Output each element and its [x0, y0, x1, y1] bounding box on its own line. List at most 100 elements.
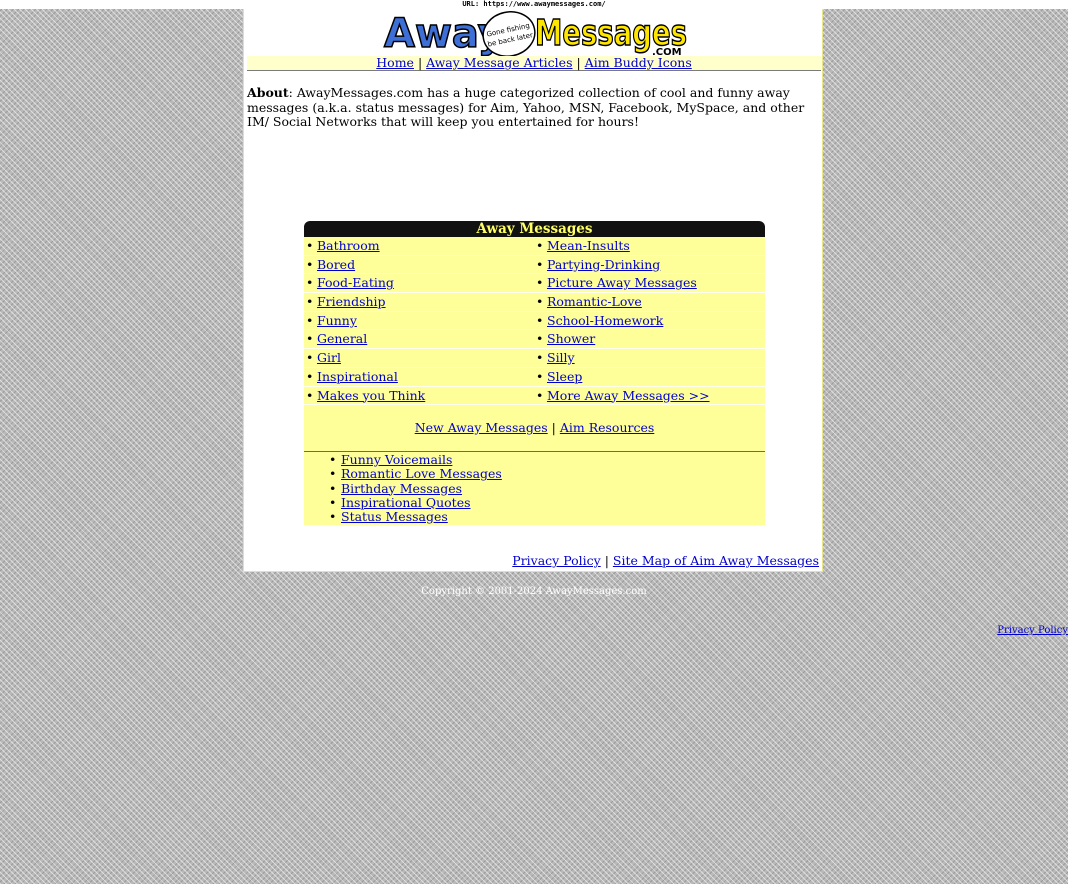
- outer-privacy-policy-link[interactable]: Privacy Policy: [997, 625, 1068, 637]
- category-cell-right: • Silly: [534, 349, 764, 367]
- category-row: • Makes you Think • More Away Messages >>: [304, 387, 765, 406]
- category-row: • Food-Eating • Picture Away Messages: [304, 274, 765, 294]
- new-away-messages-link[interactable]: New Away Messages: [415, 420, 548, 435]
- category-row: • Friendship • Romantic-Love: [304, 293, 765, 312]
- bullet-icon: •: [329, 480, 337, 496]
- category-link[interactable]: Sleep: [547, 369, 582, 384]
- bullet-icon: •: [329, 494, 337, 510]
- extra-link[interactable]: Status Messages: [341, 509, 448, 524]
- list-item: • Funny Voicemails: [304, 452, 765, 468]
- category-link[interactable]: Bathroom: [317, 238, 380, 253]
- aim-resources-link[interactable]: Aim Resources: [560, 420, 654, 435]
- category-link[interactable]: Romantic-Love: [547, 294, 642, 309]
- bullet-icon: •: [536, 368, 544, 384]
- about-paragraph: About: AwayMessages.com has a huge categ…: [247, 85, 817, 130]
- nav-home-link[interactable]: Home: [376, 55, 414, 70]
- category-row: • Funny • School-Homework: [304, 312, 765, 331]
- bullet-icon: •: [306, 368, 314, 384]
- category-row: • Inspirational • Sleep: [304, 368, 765, 387]
- list-item: • Romantic Love Messages: [304, 467, 765, 481]
- category-link[interactable]: Food-Eating: [317, 275, 394, 290]
- category-cell-left: • General: [304, 330, 534, 348]
- category-cell-right: • Shower: [534, 330, 764, 348]
- category-cell-right: • Sleep: [534, 368, 764, 386]
- category-cell-left: • Bathroom: [304, 237, 534, 255]
- bullet-icon: •: [306, 387, 314, 403]
- bullet-icon: •: [306, 256, 314, 272]
- category-row: • Bathroom • Mean-Insults: [304, 237, 765, 256]
- category-link[interactable]: Shower: [547, 331, 595, 346]
- extra-link[interactable]: Inspirational Quotes: [341, 495, 471, 510]
- category-cell-right: • Mean-Insults: [534, 237, 764, 255]
- extra-link[interactable]: Birthday Messages: [341, 481, 462, 496]
- bullet-icon: •: [329, 466, 337, 482]
- bullet-icon: •: [306, 350, 314, 366]
- category-link[interactable]: Makes you Think: [317, 388, 425, 403]
- main-content-panel: Away Gone fishing be back later Messages…: [243, 9, 823, 572]
- category-row: • Girl • Silly: [304, 349, 765, 368]
- category-row: • Bored • Partying-Drinking: [304, 256, 765, 275]
- category-link[interactable]: More Away Messages >>: [547, 388, 710, 403]
- extra-link[interactable]: Romantic Love Messages: [341, 466, 502, 481]
- category-cell-left: • Friendship: [304, 293, 534, 311]
- footer-links: Privacy Policy | Site Map of Aim Away Me…: [512, 554, 819, 568]
- category-cell-right: • School-Homework: [534, 312, 764, 330]
- list-item: • Status Messages: [304, 509, 765, 524]
- category-cell-right: • More Away Messages >>: [534, 387, 764, 405]
- category-link[interactable]: Partying-Drinking: [547, 257, 660, 272]
- about-text: : AwayMessages.com has a huge categorize…: [247, 85, 805, 129]
- category-cell-left: • Food-Eating: [304, 274, 534, 292]
- nav-buddy-icons-link[interactable]: Aim Buddy Icons: [585, 55, 692, 70]
- site-logo[interactable]: Away Gone fishing be back later Messages…: [382, 9, 688, 57]
- bullet-icon: •: [536, 294, 544, 310]
- category-row: • General • Shower: [304, 330, 765, 350]
- category-cell-right: • Picture Away Messages: [534, 274, 764, 292]
- category-link[interactable]: General: [317, 331, 367, 346]
- away-messages-category-box: Away Messages • Bathroom • Mean-Insults • Bor…: [304, 221, 765, 526]
- resources-row: New Away Messages | Aim Resources: [304, 405, 765, 453]
- extra-link[interactable]: Funny Voicemails: [341, 452, 452, 467]
- extra-links-list: • Funny Voicemails • Romantic Love Messages…: [304, 452, 765, 526]
- category-link[interactable]: Funny: [317, 313, 357, 328]
- copyright-text: Copyright © 2001-2024 AwayMessages.com: [421, 586, 647, 597]
- bullet-icon: •: [329, 452, 337, 468]
- footer-separator: |: [604, 553, 609, 568]
- bullet-icon: •: [306, 312, 314, 328]
- resources-separator: |: [551, 420, 556, 436]
- category-cell-left: • Funny: [304, 312, 534, 330]
- bullet-icon: •: [536, 387, 544, 403]
- category-link[interactable]: Silly: [547, 350, 575, 365]
- bullet-icon: •: [536, 238, 544, 253]
- category-cell-right: • Partying-Drinking: [534, 256, 764, 274]
- nav-articles-link[interactable]: Away Message Articles: [426, 55, 572, 70]
- top-navigation: Home | Away Message Articles | Aim Buddy…: [247, 56, 821, 71]
- category-box-heading: Away Messages: [304, 221, 765, 237]
- bullet-icon: •: [536, 331, 544, 347]
- nav-separator: |: [576, 55, 581, 70]
- bullet-icon: •: [536, 350, 544, 366]
- list-item: • Birthday Messages: [304, 480, 765, 496]
- bullet-icon: •: [306, 275, 314, 291]
- site-map-link[interactable]: Site Map of Aim Away Messages: [613, 553, 819, 568]
- privacy-policy-link[interactable]: Privacy Policy: [512, 553, 600, 568]
- category-link[interactable]: School-Homework: [547, 313, 663, 328]
- bullet-icon: •: [306, 331, 314, 347]
- category-link[interactable]: Inspirational: [317, 369, 398, 384]
- url-banner: URL: https://www.awaymessages.com/: [462, 0, 606, 8]
- list-item: • Inspirational Quotes: [304, 494, 765, 510]
- bullet-icon: •: [306, 238, 314, 253]
- category-link[interactable]: Bored: [317, 257, 355, 272]
- bullet-icon: •: [536, 256, 544, 272]
- bullet-icon: •: [536, 312, 544, 328]
- category-cell-right: • Romantic-Love: [534, 293, 764, 311]
- category-cell-left: • Makes you Think: [304, 387, 534, 405]
- category-link[interactable]: Picture Away Messages: [547, 275, 697, 290]
- category-cell-left: • Girl: [304, 349, 534, 367]
- category-link[interactable]: Girl: [317, 350, 341, 365]
- category-cell-left: • Bored: [304, 256, 534, 274]
- category-link[interactable]: Mean-Insults: [547, 238, 630, 253]
- bullet-icon: •: [306, 294, 314, 310]
- category-grid: • Bathroom • Mean-Insults • Bored • Partying-Dr…: [304, 237, 765, 406]
- bullet-icon: •: [536, 275, 544, 291]
- category-link[interactable]: Friendship: [317, 294, 386, 309]
